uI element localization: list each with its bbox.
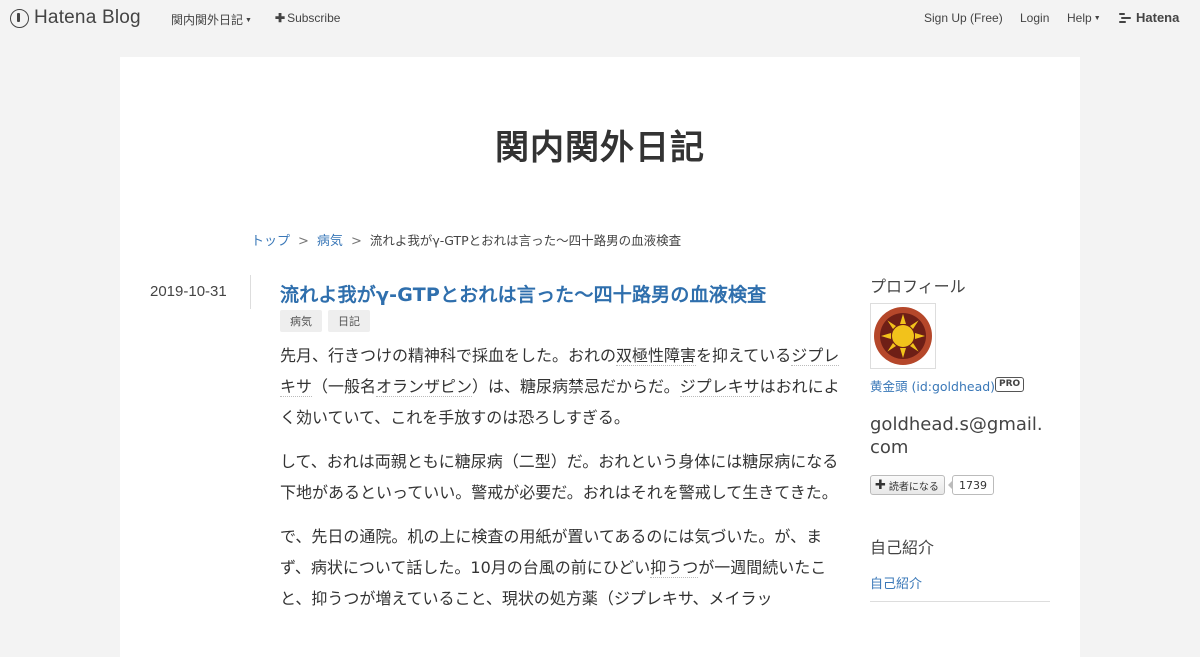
hatena-label: Hatena — [1136, 10, 1180, 25]
breadcrumb: トップ > 病気 > 流れよ我がγ-GTPとおれは言った〜四十路男の血液検査 — [251, 230, 681, 249]
category-tag[interactable]: 病気 — [280, 310, 322, 332]
keyword-link[interactable]: 双極性障害 — [616, 346, 697, 366]
help-label: Help — [1067, 11, 1092, 25]
breadcrumb-separator: > — [350, 234, 362, 249]
breadcrumb-current: 流れよ我がγ-GTPとおれは言った〜四十路男の血液検査 — [369, 233, 682, 248]
blog-menu-label: 関内関外日記 — [171, 13, 244, 27]
plus-icon: ✚ — [275, 11, 286, 25]
hatena-blog-logo[interactable]: Hatena Blog — [10, 7, 141, 29]
global-header: Hatena Blog 関内関外日記 ▼ ✚ Subscribe Sign Up (… — [0, 0, 1200, 36]
hatena-link[interactable]: Hatena — [1119, 10, 1179, 25]
sidebar-divider — [870, 601, 1050, 602]
intro-link[interactable]: 自己紹介 — [870, 573, 922, 592]
caret-down-icon: ▼ — [245, 17, 252, 24]
keyword-link[interactable]: 抑うつ — [650, 558, 699, 578]
help-dropdown[interactable]: Help ▼ — [1067, 11, 1101, 25]
entry-body: 先月、行きつけの精神科で採血をした。おれの双極性障害を抑えているジプレキサ（一般… — [280, 340, 840, 627]
entry-title[interactable]: 流れよ我がγ-GTPとおれは言った〜四十路男の血液検査 — [280, 280, 766, 307]
login-link[interactable]: Login — [1020, 11, 1049, 25]
avatar[interactable] — [870, 303, 936, 369]
subscribe-label: Subscribe — [287, 11, 341, 25]
entry-categories: 病気 日記 — [280, 310, 370, 332]
entry-paragraph: 先月、行きつけの精神科で採血をした。おれの双極性障害を抑えているジプレキサ（一般… — [280, 346, 840, 427]
hatena-mark-icon — [1119, 12, 1133, 23]
profile-email: goldhead.s@gmail.com — [870, 414, 1043, 458]
caret-down-icon: ▼ — [1093, 15, 1101, 22]
breadcrumb-category-link[interactable]: 病気 — [317, 234, 343, 249]
profile-name-link[interactable]: 黄金頭 (id:goldhead) — [870, 376, 995, 395]
subscribe-button-label: 読者になる — [888, 481, 939, 493]
keyword-link[interactable]: オランザピン — [376, 377, 473, 397]
entry-paragraph: して、おれは両親ともに糖尿病（二型）だ。おれという身体には糖尿病になる下地がある… — [280, 452, 839, 502]
sun-emblem-avatar-icon — [874, 307, 932, 365]
category-tag[interactable]: 日記 — [328, 310, 370, 332]
blog-panel: 関内関外日記 トップ > 病気 > 流れよ我がγ-GTPとおれは言った〜四十路男の血液検… — [120, 57, 1080, 657]
subscribe-link[interactable]: ✚ Subscribe — [275, 11, 340, 25]
profile-heading: プロフィール — [870, 277, 966, 296]
subscriber-count[interactable]: 1739 — [948, 475, 994, 495]
intro-heading: 自己紹介 — [870, 538, 935, 557]
plus-icon: ✚ — [875, 477, 886, 493]
blog-menu-dropdown[interactable]: 関内関外日記 ▼ — [171, 11, 252, 28]
breadcrumb-separator: > — [298, 234, 309, 249]
keyword-link[interactable]: ジプレキサ — [679, 377, 760, 397]
blog-title[interactable]: 関内関外日記 — [120, 120, 1080, 169]
brand-wordmark: Hatena Blog — [34, 7, 141, 28]
subscribe-button[interactable]: ✚ 読者になる — [870, 475, 945, 495]
signup-link[interactable]: Sign Up (Free) — [924, 11, 1003, 25]
entry-paragraph: で、先日の通院。机の上に検査の用紙が置いてあるのには気づいた。が、まず、病状につ… — [280, 527, 827, 608]
breadcrumb-top-link[interactable]: トップ — [251, 234, 290, 249]
entry-date[interactable]: 2019-10-31 — [150, 283, 227, 300]
pro-badge: PRO — [995, 377, 1025, 392]
hatena-blog-logo-icon — [10, 8, 29, 28]
date-divider — [250, 275, 251, 309]
